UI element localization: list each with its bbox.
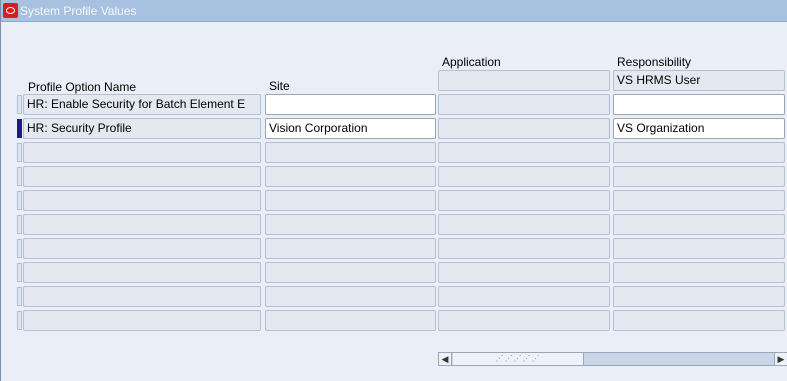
application-header-field[interactable]: [438, 70, 610, 91]
column-header-application: Application: [442, 55, 501, 69]
row-indicator[interactable]: [17, 287, 22, 306]
profile-option-name-cell[interactable]: [23, 190, 261, 211]
scroll-grip-icon: ⋰⋰⋰⋰⋰: [495, 354, 541, 363]
profile-option-name-cell[interactable]: [23, 142, 261, 163]
scroll-thumb[interactable]: ⋰⋰⋰⋰⋰: [453, 353, 584, 365]
row-indicator[interactable]: [17, 215, 22, 234]
system-profile-values-window: System Profile Values Profile Option Nam…: [0, 0, 787, 381]
row-indicator[interactable]: [17, 167, 22, 186]
site-value-cell[interactable]: [265, 286, 436, 307]
row-indicator[interactable]: [17, 119, 22, 138]
profile-option-name-cell[interactable]: HR: Security Profile: [23, 118, 261, 139]
row-indicator[interactable]: [17, 263, 22, 282]
site-value-cell[interactable]: [265, 214, 436, 235]
responsibility-value-cell[interactable]: [613, 190, 785, 211]
site-value-cell[interactable]: [265, 262, 436, 283]
site-value-cell[interactable]: [265, 166, 436, 187]
scroll-left-arrow-icon[interactable]: ◀: [439, 353, 452, 365]
application-value-cell[interactable]: [438, 214, 610, 235]
site-value-cell[interactable]: Vision Corporation: [265, 118, 436, 139]
site-value-cell[interactable]: [265, 142, 436, 163]
row-indicator[interactable]: [17, 239, 22, 258]
profile-option-name-cell[interactable]: [23, 214, 261, 235]
responsibility-value-cell[interactable]: [613, 166, 785, 187]
application-value-cell[interactable]: [438, 142, 610, 163]
row-indicator[interactable]: [17, 143, 22, 162]
column-header-site: Site: [269, 79, 290, 93]
application-value-cell[interactable]: [438, 262, 610, 283]
scroll-right-arrow-icon[interactable]: ▶: [774, 353, 787, 365]
application-value-cell[interactable]: [438, 118, 610, 139]
column-header-profile-option-name: Profile Option Name: [28, 80, 137, 94]
row-indicator[interactable]: [17, 191, 22, 210]
responsibility-value-cell[interactable]: [613, 142, 785, 163]
responsibility-value-cell[interactable]: [613, 94, 785, 115]
responsibility-value-cell[interactable]: VS Organization: [613, 118, 785, 139]
responsibility-value-cell[interactable]: [613, 286, 785, 307]
site-value-cell[interactable]: [265, 190, 436, 211]
application-value-cell[interactable]: [438, 286, 610, 307]
title-bar: System Profile Values: [1, 0, 787, 22]
profile-option-name-cell[interactable]: [23, 310, 261, 331]
profile-option-name-cell[interactable]: [23, 238, 261, 259]
window-title: System Profile Values: [20, 4, 137, 18]
profile-option-name-cell[interactable]: HR: Enable Security for Batch Element E: [23, 94, 261, 115]
row-indicator[interactable]: [17, 311, 22, 330]
responsibility-value-cell[interactable]: [613, 310, 785, 331]
application-value-cell[interactable]: [438, 190, 610, 211]
responsibility-value-cell[interactable]: [613, 262, 785, 283]
responsibility-value-cell[interactable]: [613, 238, 785, 259]
profile-option-name-cell[interactable]: [23, 262, 261, 283]
profile-option-name-cell[interactable]: [23, 286, 261, 307]
row-indicator[interactable]: [17, 95, 22, 114]
application-value-cell[interactable]: [438, 166, 610, 187]
application-value-cell[interactable]: [438, 94, 610, 115]
oracle-icon: [3, 3, 18, 18]
profile-option-name-cell[interactable]: [23, 166, 261, 187]
application-value-cell[interactable]: [438, 238, 610, 259]
site-value-cell[interactable]: [265, 238, 436, 259]
application-value-cell[interactable]: [438, 310, 610, 331]
responsibility-value-cell[interactable]: [613, 214, 785, 235]
responsibility-header-field[interactable]: VS HRMS User: [613, 70, 785, 91]
column-header-responsibility: Responsibility: [617, 55, 692, 69]
site-value-cell[interactable]: [265, 94, 436, 115]
horizontal-scrollbar[interactable]: ◀ ⋰⋰⋰⋰⋰ ▶: [438, 352, 787, 366]
site-value-cell[interactable]: [265, 310, 436, 331]
